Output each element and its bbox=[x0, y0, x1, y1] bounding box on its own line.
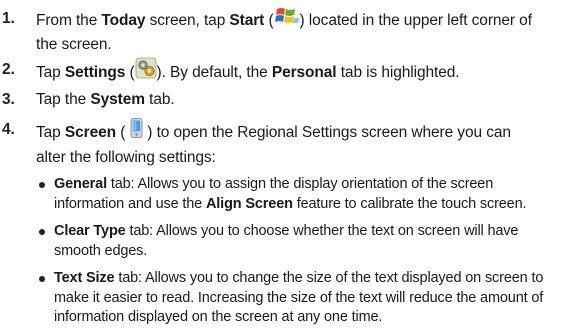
screen-device-icon bbox=[125, 117, 147, 145]
start-label: Start bbox=[229, 12, 265, 30]
text-size-tab-label: Text Size bbox=[54, 270, 115, 286]
bullet-dot bbox=[39, 276, 45, 282]
step-number: 2. bbox=[2, 61, 15, 78]
bullet-text-segment: information and use the bbox=[54, 195, 206, 212]
bullet-text: Clear Type tab: Allows you to choose whe… bbox=[54, 222, 586, 261]
instruction-document: 1. From the Today screen, tap Start ( ) … bbox=[0, 0, 587, 335]
bullet-text: Text Size tab: Allows you to change the … bbox=[54, 269, 586, 328]
step-text-segment: ) to open the Regional Settings screen w… bbox=[147, 124, 511, 142]
bullet-text-segment: tab: Allows you to change the size of th… bbox=[114, 270, 544, 286]
step-text-segment: screen, tap bbox=[145, 12, 230, 30]
settings-gears-icon bbox=[135, 57, 157, 85]
step-text-segment: ) located in the upper left corner of bbox=[299, 12, 532, 30]
windows-start-icon bbox=[274, 6, 300, 32]
step-text: Tap Screen ( ) to open the Regional Sett… bbox=[36, 117, 584, 168]
today-label: Today bbox=[101, 12, 146, 30]
step-number: 4. bbox=[2, 121, 15, 138]
bullet-text-segment: smooth edges. bbox=[54, 242, 148, 259]
step-text-segment: ( bbox=[264, 12, 274, 30]
step-text-segment: tab. bbox=[144, 91, 175, 108]
step-text-segment: ( bbox=[125, 64, 135, 82]
step-text-segment: ). By default, the bbox=[156, 64, 272, 82]
system-label: System bbox=[90, 91, 145, 108]
step-text-segment: Tap the bbox=[36, 91, 91, 108]
bullet-dot bbox=[39, 182, 45, 188]
screen-label: Screen bbox=[64, 124, 117, 142]
bullet-text-segment: feature to calibrate the touch screen. bbox=[292, 195, 527, 212]
step-text-segment: the screen. bbox=[36, 36, 112, 53]
personal-label: Personal bbox=[271, 64, 337, 82]
step-text-segment: Tap bbox=[36, 64, 65, 82]
step-text: Tap the System tab. bbox=[36, 89, 584, 110]
settings-label: Settings bbox=[64, 64, 126, 82]
step-number: 1. bbox=[2, 10, 15, 27]
bullet-dot bbox=[39, 229, 45, 235]
step-text: Tap Settings ( ). By default, the Person… bbox=[36, 57, 584, 87]
bullet-text-segment: make it easier to read. Increasing the s… bbox=[54, 289, 544, 306]
step-text-segment: ( bbox=[116, 124, 126, 142]
step-text-segment: tab is highlighted. bbox=[336, 64, 460, 82]
step-number: 3. bbox=[2, 91, 15, 108]
step-text: From the Today screen, tap Start ( ) loc… bbox=[36, 8, 584, 55]
bullet-text-segment: information displayed on the screen at a… bbox=[54, 309, 383, 325]
bullet-text: General tab: Allows you to assign the di… bbox=[54, 175, 586, 214]
step-text-segment: Tap bbox=[36, 124, 65, 142]
step-text-segment: From the bbox=[36, 12, 102, 30]
clear-type-tab-label: Clear Type bbox=[54, 223, 126, 239]
general-tab-label: General bbox=[54, 176, 107, 192]
align-screen-label: Align Screen bbox=[205, 195, 293, 212]
bullet-text-segment: tab: Allows you to assign the display or… bbox=[106, 176, 494, 192]
step-text-segment: alter the following settings: bbox=[36, 149, 216, 166]
bullet-text-segment: tab: Allows you to choose whether the te… bbox=[125, 223, 519, 239]
